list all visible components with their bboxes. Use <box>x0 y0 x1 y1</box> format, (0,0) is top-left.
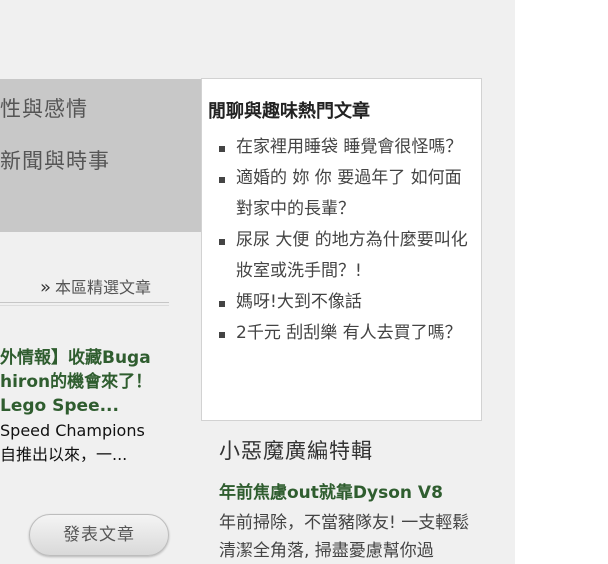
hot-topics-panel: 閒聊與趣味熱門文章 在家裡用睡袋 睡覺會很怪嗎？ 適婚的 妳 你 要過年了 如何… <box>201 78 482 421</box>
title-line: hiron的機會來了！ <box>0 372 153 392</box>
featured-article-desc: Speed Champions 自推出以來，一... <box>0 419 145 467</box>
featured-article-title[interactable]: 外情報】收藏Buga hiron的機會來了！ Lego Spee... <box>0 346 170 418</box>
promo-panel: 小惡魔廣編特輯 年前焦慮out就靠Dyson V8 年前掃除，不當豬隊友! 一支… <box>201 421 482 564</box>
promo-article-link[interactable]: 年前焦慮out就靠Dyson V8 <box>219 478 443 503</box>
hot-topic-item[interactable]: 尿尿 大便 的地方為什麼要叫化妝室或洗手間？! <box>218 225 473 287</box>
double-chevron-icon: » <box>40 277 52 298</box>
hot-topic-item[interactable]: 在家裡用睡袋 睡覺會很怪嗎？ <box>218 132 473 163</box>
featured-articles-label: 本區精選文章 <box>55 278 152 297</box>
hot-topic-item[interactable]: 2千元 刮刮樂 有人去買了嗎？ <box>218 318 473 349</box>
right-column <box>515 0 608 564</box>
title-line: Lego Spee... <box>0 396 119 416</box>
hot-topic-item[interactable]: 適婚的 妳 你 要過年了 如何面對家中的長輩？ <box>218 163 473 225</box>
desc-line: 自推出以來，一... <box>0 445 128 464</box>
featured-articles-link[interactable]: » 本區精選文章 <box>40 274 151 298</box>
menu-item-news[interactable]: 新聞與時事 <box>0 145 110 175</box>
menu-item-sex-and-relationships[interactable]: 性與感情 <box>0 93 88 123</box>
gutter <box>499 0 515 564</box>
hot-topic-item[interactable]: 媽呀!大到不像話 <box>218 287 473 318</box>
title-line: 外情報】收藏Buga <box>0 348 151 368</box>
divider <box>0 302 169 303</box>
divider <box>0 305 169 306</box>
hot-topics-list: 在家裡用睡袋 睡覺會很怪嗎？ 適婚的 妳 你 要過年了 如何面對家中的長輩？ 尿… <box>218 132 473 349</box>
post-article-button[interactable]: 發表文章 <box>29 514 169 556</box>
page: 性與感情 新聞與時事 » 本區精選文章 外情報】收藏Buga hiron的機會來了… <box>0 0 608 564</box>
promo-article-desc: 年前掃除，不當豬隊友! 一支輕鬆清潔全角落, 掃盡憂慮幫你過 <box>219 513 470 561</box>
hot-topics-title: 閒聊與趣味熱門文章 <box>208 101 370 122</box>
desc-line: Speed Champions <box>0 421 145 440</box>
promo-title: 小惡魔廣編特輯 <box>219 439 373 463</box>
